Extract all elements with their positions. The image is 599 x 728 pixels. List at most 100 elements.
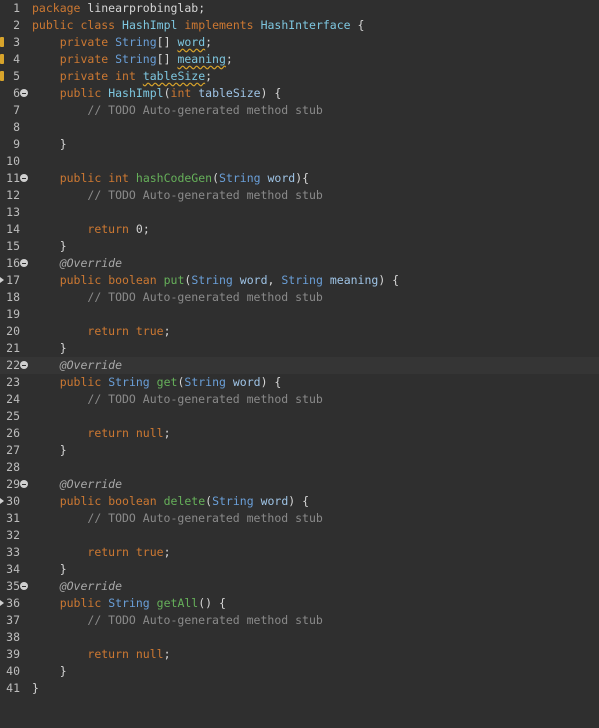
code-line[interactable]: 41}	[0, 680, 599, 697]
code-line[interactable]: 25	[0, 408, 599, 425]
code-line[interactable]: 28	[0, 459, 599, 476]
line-number: 10	[6, 154, 20, 168]
code-line[interactable]: 3 private String[] word;	[0, 34, 599, 51]
code-line[interactable]: 36 public String getAll() {	[0, 595, 599, 612]
code-text: return 0;	[87, 222, 150, 236]
code-line[interactable]: 40 }	[0, 663, 599, 680]
code-line[interactable]: 4 private String[] meaning;	[0, 51, 599, 68]
code-line[interactable]: 18 // TODO Auto-generated method stub	[0, 289, 599, 306]
code-text: private int tableSize;	[59, 69, 213, 83]
line-number: 8	[13, 120, 20, 134]
code-line[interactable]: 23 public String get(String word) {	[0, 374, 599, 391]
code-text: public int hashCodeGen(String word){	[59, 171, 310, 185]
fold-toggle-icon[interactable]	[20, 174, 28, 182]
code-text: return true;	[87, 324, 171, 338]
code-line[interactable]: 27 }	[0, 442, 599, 459]
code-line[interactable]: 15 }	[0, 238, 599, 255]
code-text: // TODO Auto-generated method stub	[87, 188, 323, 202]
code-line[interactable]: 16 @Override	[0, 255, 599, 272]
code-line[interactable]: 26 return null;	[0, 425, 599, 442]
code-text: @Override	[59, 579, 123, 593]
code-line[interactable]: 1 package linearprobinglab;	[0, 0, 599, 17]
line-number: 1	[13, 1, 20, 15]
line-number: 21	[6, 341, 20, 355]
code-line[interactable]: 22 @Override	[0, 357, 599, 374]
code-line[interactable]: 32	[0, 527, 599, 544]
code-line[interactable]: 8	[0, 119, 599, 136]
code-line[interactable]: 30 public boolean delete(String word) {	[0, 493, 599, 510]
code-line[interactable]: 24 // TODO Auto-generated method stub	[0, 391, 599, 408]
line-number: 4	[13, 52, 20, 66]
line-number: 28	[6, 460, 20, 474]
line-number: 37	[6, 613, 20, 627]
line-number: 25	[6, 409, 20, 423]
fold-toggle-icon[interactable]	[20, 89, 28, 97]
code-line[interactable]: 7 // TODO Auto-generated method stub	[0, 102, 599, 119]
code-line[interactable]: 29 @Override	[0, 476, 599, 493]
code-text: private String[] word;	[59, 35, 213, 49]
line-number: 12	[6, 188, 20, 202]
line-number: 31	[6, 511, 20, 525]
code-text: }	[59, 562, 67, 576]
fold-toggle-icon[interactable]	[20, 361, 28, 369]
fold-toggle-icon[interactable]	[20, 259, 28, 267]
code-line[interactable]: 37 // TODO Auto-generated method stub	[0, 612, 599, 629]
code-line[interactable]: 12 // TODO Auto-generated method stub	[0, 187, 599, 204]
line-number: 29	[6, 477, 20, 491]
line-number: 20	[6, 324, 20, 338]
code-text: public String getAll() {	[59, 596, 226, 610]
code-line[interactable]: 6 public HashImpl(int tableSize) {	[0, 85, 599, 102]
line-number: 34	[6, 562, 20, 576]
code-text: @Override	[59, 358, 123, 372]
code-text: return null;	[87, 426, 171, 440]
code-line[interactable]: 13	[0, 204, 599, 221]
line-number: 33	[6, 545, 20, 559]
code-text: return null;	[87, 647, 171, 661]
line-number: 30	[6, 494, 20, 508]
code-text: }	[59, 137, 67, 151]
line-number: 19	[6, 307, 20, 321]
line-number: 36	[6, 596, 20, 610]
code-text: // TODO Auto-generated method stub	[87, 392, 323, 406]
code-line[interactable]: 11 public int hashCodeGen(String word){	[0, 170, 599, 187]
code-line[interactable]: 17 public boolean put(String word, Strin…	[0, 272, 599, 289]
code-text: // TODO Auto-generated method stub	[87, 290, 323, 304]
line-number: 18	[6, 290, 20, 304]
code-line[interactable]: 9 }	[0, 136, 599, 153]
code-text: return true;	[87, 545, 171, 559]
code-text: }	[59, 239, 67, 253]
fold-toggle-icon[interactable]	[20, 480, 28, 488]
line-number: 3	[13, 35, 20, 49]
code-line[interactable]: 10	[0, 153, 599, 170]
code-text: public String get(String word) {	[59, 375, 282, 389]
code-text: }	[32, 681, 39, 695]
line-number: 23	[6, 375, 20, 389]
code-text: package linearprobinglab;	[32, 1, 206, 15]
line-number: 41	[6, 681, 20, 695]
code-text: // TODO Auto-generated method stub	[87, 613, 323, 627]
code-line[interactable]: 20 return true;	[0, 323, 599, 340]
code-line[interactable]: 39 return null;	[0, 646, 599, 663]
fold-toggle-icon[interactable]	[20, 582, 28, 590]
code-text: public HashImpl(int tableSize) {	[59, 86, 282, 100]
code-text: // TODO Auto-generated method stub	[87, 511, 323, 525]
code-line[interactable]: 35 @Override	[0, 578, 599, 595]
line-number: 32	[6, 528, 20, 542]
code-text: public class HashImpl implements HashInt…	[32, 18, 365, 32]
code-line[interactable]: 14 return 0;	[0, 221, 599, 238]
code-line[interactable]: 5 private int tableSize;	[0, 68, 599, 85]
line-number: 15	[6, 239, 20, 253]
code-line[interactable]: 31 // TODO Auto-generated method stub	[0, 510, 599, 527]
line-number: 7	[13, 103, 20, 117]
code-line[interactable]: 21 }	[0, 340, 599, 357]
line-number: 2	[13, 18, 20, 32]
code-line[interactable]: 34 }	[0, 561, 599, 578]
code-text: }	[59, 664, 67, 678]
code-line[interactable]: 33 return true;	[0, 544, 599, 561]
code-line[interactable]: 2 public class HashImpl implements HashIn…	[0, 17, 599, 34]
code-editor[interactable]: 1 package linearprobinglab; 2 public class …	[0, 0, 599, 728]
line-number: 17	[6, 273, 20, 287]
code-line[interactable]: 38	[0, 629, 599, 646]
code-line[interactable]: 19	[0, 306, 599, 323]
line-number: 13	[6, 205, 20, 219]
